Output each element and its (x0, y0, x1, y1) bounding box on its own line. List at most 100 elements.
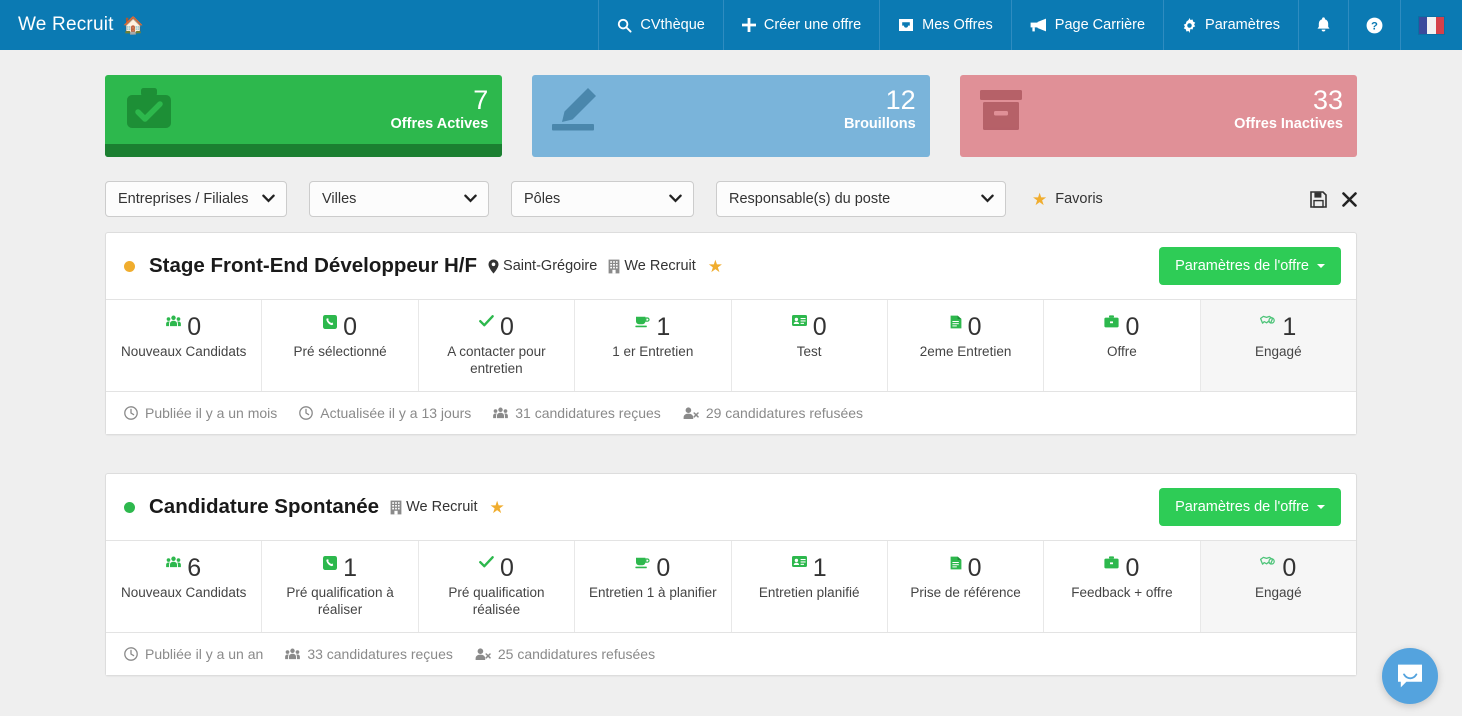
stage-value: 1 (656, 313, 671, 341)
pipeline-stage-test[interactable]: 0 Test (732, 300, 888, 391)
nav-item-parametres[interactable]: Paramètres (1163, 0, 1298, 50)
check-icon (479, 312, 494, 327)
footer-received: 33 candidatures reçues (285, 646, 453, 662)
pipeline-stage-pre-qualification-a-realiser[interactable]: 1 Pré qualification à réaliser (262, 541, 419, 632)
stage-label: Offre (1107, 344, 1137, 359)
job-location-label: Saint-Grégoire (503, 258, 598, 274)
stat-value: 33 (1312, 84, 1343, 115)
filter-select-villes[interactable]: Villes (309, 181, 489, 217)
nav-label-parametres: Paramètres (1205, 17, 1280, 33)
page-container: 7 Offres Actives 12 Brouillons 33 Offres… (0, 50, 1462, 676)
stage-label: Pré qualification à réaliser (286, 585, 394, 617)
footer-received-label: 31 candidatures reçues (515, 405, 661, 421)
favoris-label: Favoris (1055, 191, 1103, 207)
pipeline-stage-prise-de-reference[interactable]: 0 Prise de référence (888, 541, 1045, 632)
job-title[interactable]: Stage Front-End Développeur H/F (149, 254, 477, 278)
brand-label: We Recruit (18, 14, 114, 35)
svg-text:?: ? (1371, 20, 1378, 32)
home-icon: 🏠 (122, 15, 144, 35)
notifications-button[interactable] (1298, 0, 1348, 50)
coffee-icon (635, 312, 650, 328)
stat-card-offres-inactives[interactable]: 33 Offres Inactives (959, 75, 1357, 157)
filter-select-responsables[interactable]: Responsable(s) du poste (716, 181, 1006, 217)
chat-launcher-button[interactable] (1382, 648, 1438, 704)
stage-top: 0 (427, 312, 566, 342)
language-switcher[interactable] (1400, 0, 1462, 50)
pencil-icon (550, 86, 600, 134)
stage-label: Test (796, 344, 822, 359)
footer-received-label: 33 candidatures reçues (307, 646, 453, 662)
job-pipeline: 0 Nouveaux Candidats 0 Pré sélectionné 0… (106, 299, 1356, 391)
stage-value: 0 (656, 554, 671, 582)
chevron-down-icon (464, 194, 477, 204)
offer-settings-label: Paramètres de l'offre (1175, 499, 1309, 515)
offer-settings-button[interactable]: Paramètres de l'offre (1159, 488, 1341, 526)
users-icon (493, 407, 509, 419)
close-x-icon[interactable] (1342, 191, 1357, 207)
filter-select-entreprises[interactable]: Entreprises / Filiales (105, 181, 287, 217)
floppy-save-icon[interactable] (1310, 190, 1327, 208)
job-pipeline: 6 Nouveaux Candidats 1 Pré qualification… (106, 540, 1356, 632)
briefcase-icon (1104, 312, 1120, 328)
job-card-header: Candidature Spontanée We Recruit ★ Param… (106, 474, 1356, 540)
stage-top: 0 (1052, 312, 1191, 342)
france-flag-icon (1418, 15, 1445, 35)
pipeline-stage-offre[interactable]: 0 Offre (1044, 300, 1201, 391)
id-card-icon (791, 312, 807, 326)
pipeline-stage-nouveaux-candidats[interactable]: 0 Nouveaux Candidats (106, 300, 263, 391)
stage-value: 0 (1125, 313, 1140, 341)
stage-value: 0 (499, 313, 514, 341)
nav-item-mes-offres[interactable]: Mes Offres (879, 0, 1011, 50)
building-icon (390, 500, 402, 515)
stage-top: 0 (114, 312, 253, 342)
stat-card-offres-actives[interactable]: 7 Offres Actives (105, 75, 503, 157)
footer-updated-label: Actualisée il y a 13 jours (320, 405, 472, 421)
nav-item-cvtheque[interactable]: CVthèque (598, 0, 723, 50)
stage-value: 0 (1125, 554, 1140, 582)
stage-value: 6 (187, 554, 202, 582)
offer-settings-button[interactable]: Paramètres de l'offre (1159, 247, 1341, 285)
stage-label: Engagé (1255, 344, 1302, 359)
footer-published-label: Publiée il y a un mois (145, 405, 278, 421)
brand-home-link[interactable]: We Recruit 🏠 (0, 0, 160, 50)
bell-icon (1316, 17, 1331, 33)
pipeline-stage-pre-selectionne[interactable]: 0 Pré sélectionné (262, 300, 419, 391)
stage-label: Prise de référence (910, 585, 1021, 600)
job-favorite-star-icon[interactable]: ★ (490, 499, 505, 516)
stat-label: Offres Inactives (1234, 115, 1343, 132)
filter-value-entreprises: Entreprises / Filiales (118, 191, 249, 207)
stage-value: 0 (967, 313, 982, 341)
job-card-candidature-spontanee: Candidature Spontanée We Recruit ★ Param… (105, 473, 1357, 676)
job-title[interactable]: Candidature Spontanée (149, 495, 379, 519)
help-button[interactable]: ? (1348, 0, 1400, 50)
pipeline-stage-nouveaux-candidats[interactable]: 6 Nouveaux Candidats (106, 541, 263, 632)
gear-icon (1182, 17, 1197, 33)
nav-item-page-carriere[interactable]: Page Carrière (1010, 0, 1163, 50)
pipeline-stage-engage[interactable]: 0 Engagé (1200, 541, 1356, 632)
pipeline-stage-a-contacter[interactable]: 0 A contacter pour entretien (419, 300, 576, 391)
pipeline-stage-1er-entretien[interactable]: 1 1 er Entretien (575, 300, 732, 391)
filter-select-poles[interactable]: Pôles (511, 181, 694, 217)
job-card-stage-front-end: Stage Front-End Développeur H/F Saint-Gr… (105, 232, 1357, 435)
pipeline-stage-pre-qualification-realisee[interactable]: 0 Pré qualification réalisée (419, 541, 576, 632)
pipeline-stage-engage[interactable]: 1 Engagé (1200, 300, 1356, 391)
stat-card-text: 7 Offres Actives (391, 85, 489, 134)
chevron-down-icon (981, 194, 994, 204)
favoris-filter[interactable]: ★ Favoris (1032, 191, 1103, 208)
pipeline-stage-2eme-entretien[interactable]: 0 2eme Entretien (888, 300, 1045, 391)
pipeline-stage-feedback-offre[interactable]: 0 Feedback + offre (1044, 541, 1201, 632)
nav-label-creer-une-offre: Créer une offre (763, 17, 862, 33)
stage-label: Nouveaux Candidats (121, 344, 247, 359)
filter-bar: Entreprises / Filiales Villes Pôles Resp… (105, 157, 1357, 221)
nav-item-creer-une-offre[interactable]: Créer une offre (722, 0, 879, 50)
stat-value: 12 (885, 84, 916, 115)
pipeline-stage-entretien-1-a-planifier[interactable]: 0 Entretien 1 à planifier (575, 541, 732, 632)
user-times-icon (683, 406, 699, 420)
stat-card-brouillons[interactable]: 12 Brouillons (532, 75, 930, 157)
job-favorite-star-icon[interactable]: ★ (708, 258, 723, 275)
stage-label: 2eme Entretien (919, 344, 1012, 359)
pipeline-stage-entretien-planifie[interactable]: 1 Entretien planifié (732, 541, 888, 632)
question-circle-icon: ? (1366, 17, 1383, 34)
filter-value-villes: Villes (322, 191, 357, 207)
navbar-spacer (160, 0, 598, 50)
